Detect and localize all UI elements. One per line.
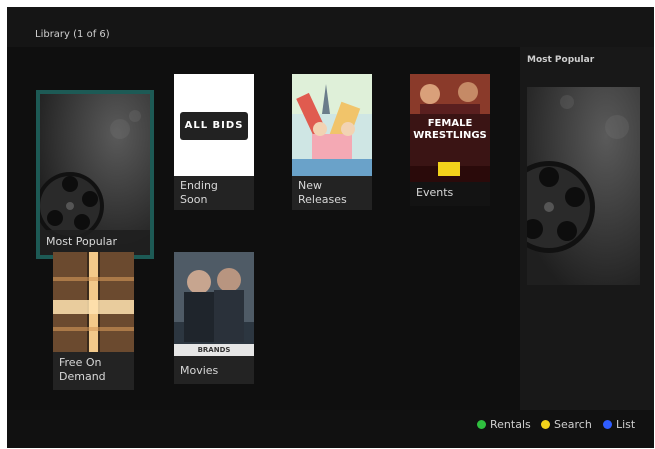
- library-grid: Most Popular ALL BIDS Ending Soon New Re…: [7, 47, 520, 410]
- tile-events[interactable]: FEMALE WRESTLINGS Events: [410, 74, 490, 206]
- legend-search[interactable]: Search: [541, 418, 592, 431]
- legend-label: List: [616, 418, 636, 431]
- side-panel: Most Popular: [503, 47, 654, 410]
- legend-label: Search: [554, 418, 592, 431]
- tile-label: Ending Soon: [174, 176, 254, 210]
- footer-bar: Rentals Search List: [7, 410, 654, 448]
- page-title: Library (1 of 6): [35, 29, 110, 40]
- new-releases-art: [292, 74, 372, 176]
- movies-art: BRANDS: [174, 252, 254, 356]
- tile-label: Movies: [174, 356, 254, 384]
- tile-label: New Releases: [292, 176, 372, 210]
- legend-rentals[interactable]: Rentals: [477, 418, 531, 431]
- ticket-banner: ALL BIDS: [180, 112, 248, 140]
- tile-new-releases[interactable]: New Releases: [292, 74, 372, 210]
- legend-label: Rentals: [490, 418, 531, 431]
- tile-ending-soon[interactable]: ALL BIDS Ending Soon: [174, 74, 254, 210]
- film-reel-preview: [503, 87, 640, 285]
- tile-label: Events: [410, 182, 490, 206]
- events-art: FEMALE WRESTLINGS: [410, 74, 490, 182]
- header: Library (1 of 6): [7, 7, 654, 47]
- green-button-icon: [477, 420, 486, 429]
- events-poster-title: FEMALE WRESTLINGS: [413, 118, 487, 141]
- legend-list[interactable]: List: [603, 418, 635, 431]
- yellow-button-icon: [541, 420, 550, 429]
- tile-label: Free On Demand: [53, 352, 134, 390]
- ending-soon-art: ALL BIDS: [174, 74, 254, 176]
- side-panel-title: Most Popular: [527, 55, 595, 65]
- tv-screen: Library (1 of 6) Most Popular ALL BIDS E…: [7, 7, 654, 448]
- tile-most-popular[interactable]: Most Popular: [40, 94, 150, 255]
- movies-poster-text: BRANDS: [197, 346, 231, 354]
- blue-button-icon: [603, 420, 612, 429]
- tile-free-on-demand[interactable]: Free On Demand: [53, 252, 134, 390]
- free-on-demand-art: [53, 252, 134, 352]
- tile-movies[interactable]: BRANDS Movies: [174, 252, 254, 384]
